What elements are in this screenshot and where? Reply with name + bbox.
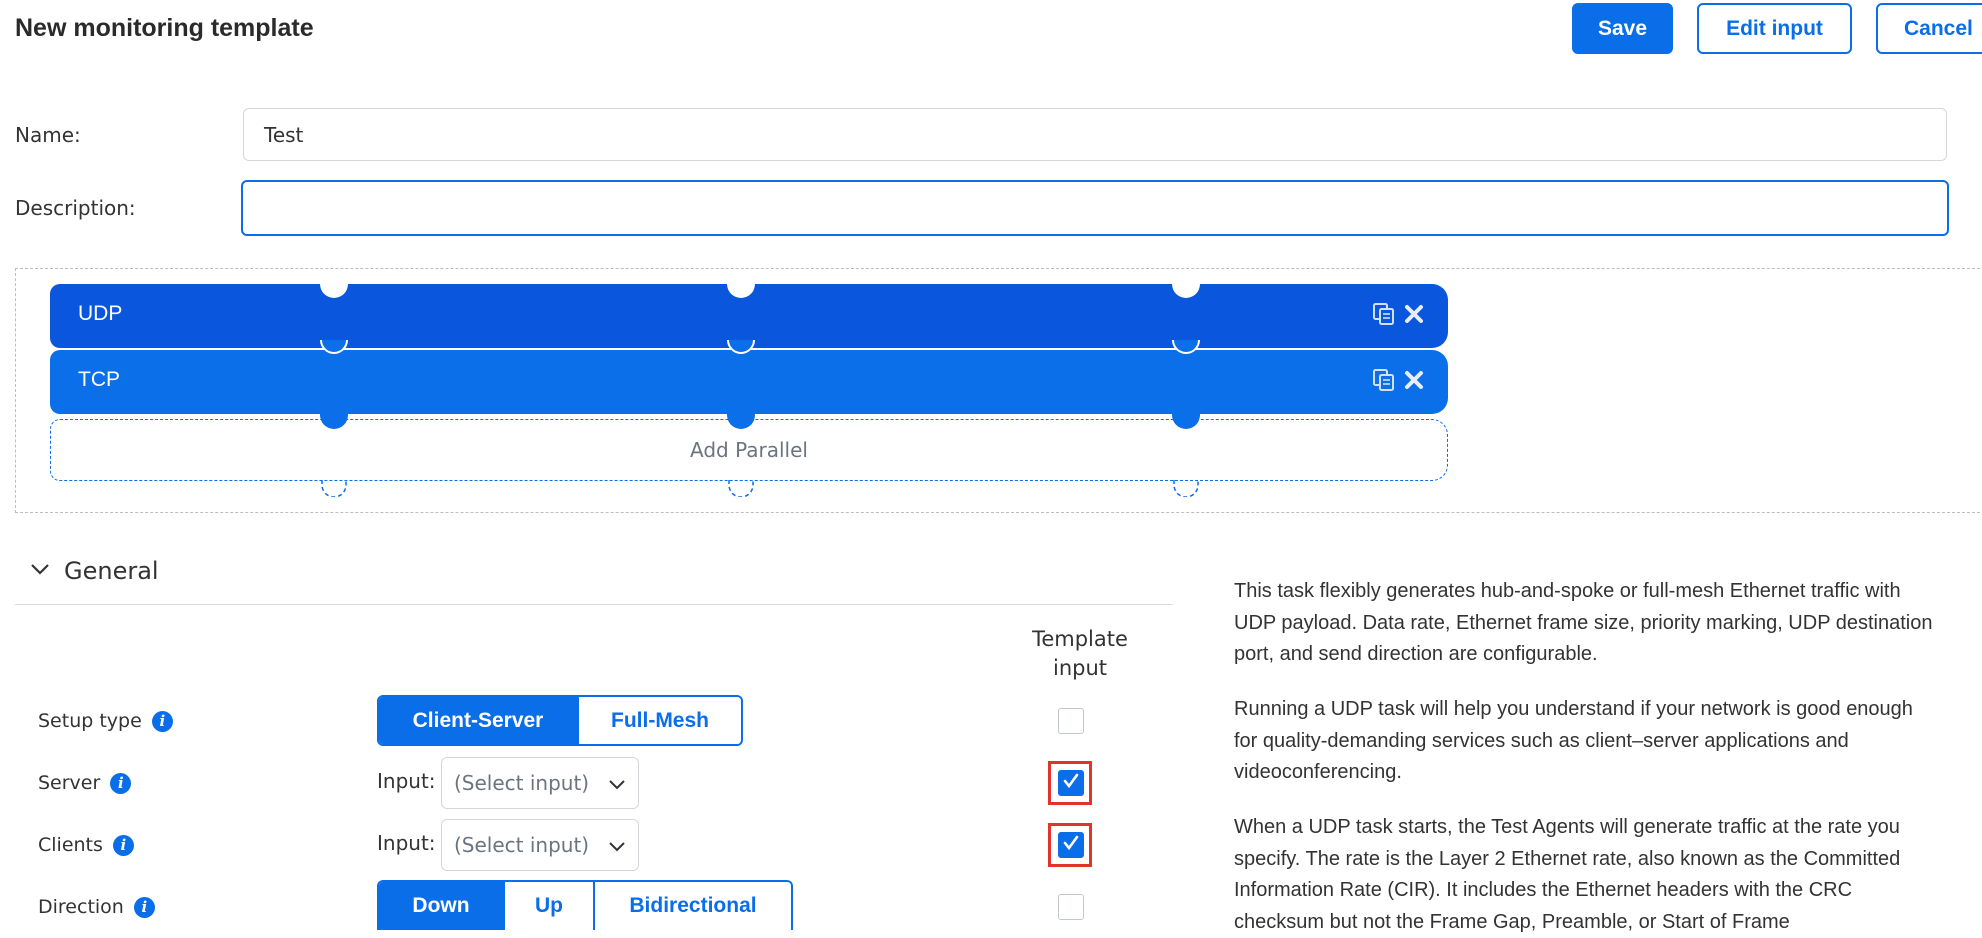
name-field[interactable]: Test <box>243 108 1947 161</box>
section-divider <box>15 604 1173 605</box>
check-icon <box>1062 772 1080 795</box>
save-button[interactable]: Save <box>1572 3 1673 54</box>
close-icon[interactable] <box>1404 370 1424 395</box>
row-label-text: Direction <box>38 896 124 918</box>
connector-notch <box>1172 284 1200 298</box>
name-value: Test <box>264 122 304 147</box>
close-icon[interactable] <box>1404 304 1424 329</box>
description-label: Description: <box>15 196 136 220</box>
select-placeholder: (Select input) <box>454 833 590 857</box>
direction-toggle: Down Up Bidirectional <box>377 880 793 930</box>
select-placeholder: (Select input) <box>454 771 590 795</box>
setup-type-template-checkbox[interactable] <box>1058 708 1084 734</box>
server-input-label: Input: <box>377 769 436 793</box>
add-parallel-connectors <box>320 409 1200 497</box>
chevron-down-icon <box>608 771 626 795</box>
chevron-down-icon <box>608 833 626 857</box>
duplicate-icon[interactable] <box>1372 302 1396 331</box>
name-label: Name: <box>15 123 81 147</box>
section-title: General <box>64 557 159 585</box>
server-label: Server i <box>38 772 132 794</box>
lane-udp[interactable]: UDP <box>50 284 1448 348</box>
option-full-mesh[interactable]: Full-Mesh <box>577 697 741 744</box>
setup-type-toggle: Client-Server Full-Mesh <box>377 695 743 746</box>
description-paragraph: This task flexibly generates hub-and-spo… <box>1234 580 1933 665</box>
info-icon[interactable]: i <box>151 710 173 732</box>
description-paragraph: When a UDP task starts, the Test Agents … <box>1234 816 1901 933</box>
clients-label: Clients i <box>38 834 134 856</box>
direction-label: Direction i <box>38 896 155 918</box>
info-icon[interactable]: i <box>133 896 155 918</box>
clients-input-label: Input: <box>377 831 436 855</box>
lane-label: UDP <box>78 302 123 325</box>
general-section-toggle[interactable]: General <box>30 557 159 585</box>
page-title: New monitoring template <box>15 14 314 42</box>
direction-template-checkbox[interactable] <box>1058 894 1084 920</box>
template-input-header: Template input <box>1032 627 1128 680</box>
cancel-button[interactable]: Cancel <box>1876 3 1982 54</box>
lane-label: TCP <box>78 368 120 391</box>
setup-type-label: Setup type i <box>38 710 173 732</box>
row-label-text: Server <box>38 772 101 794</box>
option-client-server[interactable]: Client-Server <box>379 697 577 744</box>
info-icon[interactable]: i <box>112 834 134 856</box>
server-select[interactable]: (Select input) <box>441 757 639 809</box>
option-up[interactable]: Up <box>503 882 593 930</box>
row-label-text: Setup type <box>38 710 142 732</box>
chevron-down-icon <box>30 562 50 580</box>
check-icon <box>1062 834 1080 857</box>
description-field[interactable] <box>241 180 1949 236</box>
option-bidirectional[interactable]: Bidirectional <box>593 882 791 930</box>
connector-notch <box>320 284 348 298</box>
option-down[interactable]: Down <box>379 882 503 930</box>
lane-connectors <box>320 340 1200 354</box>
description-paragraph: Running a UDP task will help you underst… <box>1234 698 1913 783</box>
connector-notch <box>727 284 755 298</box>
row-label-text: Clients <box>38 834 103 856</box>
clients-select[interactable]: (Select input) <box>441 819 639 871</box>
edit-input-button[interactable]: Edit input <box>1697 3 1852 54</box>
clients-template-checkbox[interactable] <box>1058 832 1084 858</box>
server-template-checkbox[interactable] <box>1058 770 1084 796</box>
info-icon[interactable]: i <box>110 772 132 794</box>
duplicate-icon[interactable] <box>1372 368 1396 397</box>
